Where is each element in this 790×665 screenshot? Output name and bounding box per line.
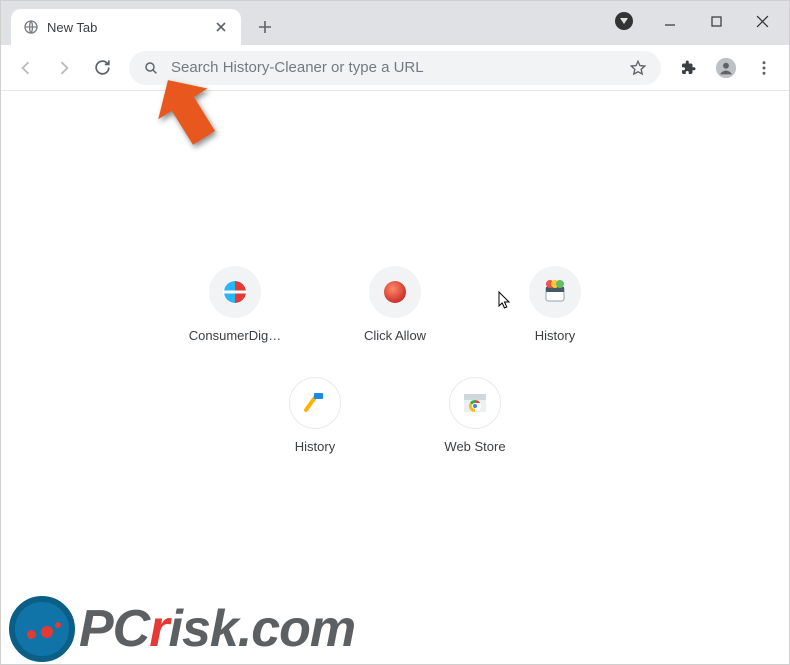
bookmark-star-icon[interactable]: [629, 59, 647, 77]
shortcuts-row-1: ConsumerDig… Click Allow History: [185, 266, 605, 343]
shortcut-label: Click Allow: [364, 328, 426, 343]
shortcut-icon: [209, 266, 261, 318]
globe-icon: [23, 19, 39, 35]
toolbar: [1, 45, 789, 91]
address-input[interactable]: [171, 59, 617, 76]
watermark-logo: PCrisk.com: [9, 596, 355, 662]
maximize-button[interactable]: [693, 5, 739, 37]
shortcuts-grid: ConsumerDig… Click Allow History: [185, 266, 605, 454]
shortcut-consumerdig[interactable]: ConsumerDig…: [185, 266, 285, 343]
shortcut-icon: [529, 266, 581, 318]
shortcut-label: History: [295, 439, 335, 454]
close-window-button[interactable]: [739, 5, 785, 37]
watermark-text: PCrisk.com: [79, 603, 355, 655]
shortcut-label: ConsumerDig…: [189, 328, 281, 343]
menu-button[interactable]: [747, 51, 781, 85]
tab-title: New Tab: [47, 20, 205, 35]
reload-button[interactable]: [85, 51, 119, 85]
browser-window: New Tab: [0, 0, 790, 665]
shortcut-icon: [449, 377, 501, 429]
shortcut-history-2[interactable]: History: [265, 377, 365, 454]
close-tab-icon[interactable]: [213, 19, 229, 35]
minimize-button[interactable]: [647, 5, 693, 37]
new-tab-button[interactable]: [251, 13, 279, 41]
search-icon: [143, 60, 159, 76]
shortcut-label: History: [535, 328, 575, 343]
extensions-button[interactable]: [671, 51, 705, 85]
profile-button[interactable]: [709, 51, 743, 85]
watermark-circle-icon: [9, 596, 75, 662]
shortcut-web-store[interactable]: Web Store: [425, 377, 525, 454]
address-bar[interactable]: [129, 51, 661, 85]
shortcut-label: Web Store: [444, 439, 505, 454]
forward-button[interactable]: [47, 51, 81, 85]
tab-newtab[interactable]: New Tab: [11, 9, 241, 45]
back-button[interactable]: [9, 51, 43, 85]
shortcut-icon: [289, 377, 341, 429]
shortcut-click-allow[interactable]: Click Allow: [345, 266, 445, 343]
tab-strip: New Tab: [1, 1, 789, 45]
shortcut-icon: [369, 266, 421, 318]
extensions-menu-icon[interactable]: [609, 6, 639, 36]
new-tab-content: ConsumerDig… Click Allow History: [1, 91, 789, 664]
shortcuts-row-2: History Web Store: [265, 377, 525, 454]
window-controls: [609, 1, 785, 41]
shortcut-history-1[interactable]: History: [505, 266, 605, 343]
